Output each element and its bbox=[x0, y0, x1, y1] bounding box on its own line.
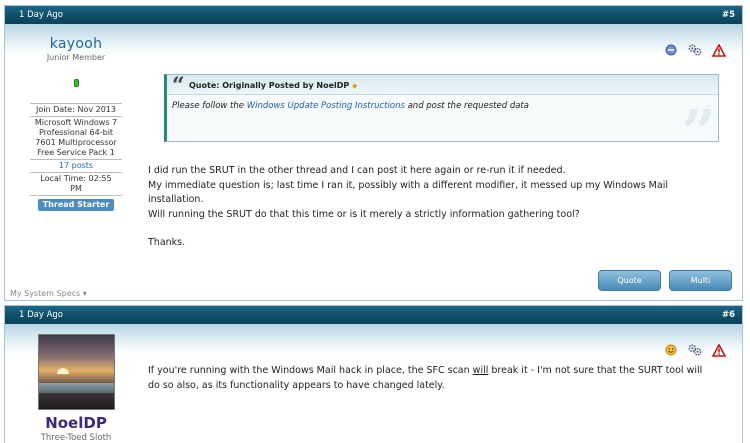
os-line: Microsoft Windows 7 bbox=[34, 118, 118, 127]
message-text: break it - I'm not sure that the SURT to… bbox=[488, 365, 703, 376]
share-gears-icon[interactable] bbox=[688, 43, 702, 57]
user-info-column: kayooh Junior Member Join Date: Nov 2013… bbox=[5, 24, 147, 300]
quote-close-icon: ” bbox=[681, 98, 716, 168]
message-line: Thanks. bbox=[148, 237, 186, 248]
message-line: If you're running with the Windows Mail … bbox=[148, 364, 732, 379]
smiley-face-icon bbox=[664, 343, 678, 357]
quote-author-label: Quote: Originally Posted by NoelDP bbox=[189, 81, 350, 90]
thread-starter-badge: Thread Starter bbox=[37, 199, 115, 211]
post-count-link[interactable]: 17 posts bbox=[30, 160, 122, 173]
post-5: 1 Day Ago #5 kayooh Junior Member Join D… bbox=[4, 5, 743, 301]
system-specs-toggle[interactable]: My System Specs ▾ bbox=[10, 289, 87, 298]
post-number: #6 bbox=[722, 310, 735, 320]
quote-header: “ Quote: Originally Posted by NoelDP ◆ bbox=[167, 73, 718, 99]
online-status-icon bbox=[73, 79, 79, 87]
user-info-column: NoelDP Three-Toed Sloth bbox=[5, 324, 147, 443]
avatar-sun bbox=[56, 368, 69, 374]
report-warning-icon[interactable] bbox=[712, 43, 726, 57]
post-number-link[interactable]: #6 bbox=[722, 310, 735, 320]
post-date: 1 Day Ago bbox=[19, 310, 64, 320]
avatar-water bbox=[38, 383, 114, 393]
post-header: 1 Day Ago #5 bbox=[5, 6, 742, 24]
quote-body: Please follow the Windows Update Posting… bbox=[167, 95, 718, 111]
quote-block: “ Quote: Originally Posted by NoelDP ◆ P… bbox=[164, 73, 719, 163]
message-line: Will running the SRUT do that this time … bbox=[148, 208, 580, 220]
quote-text: Please follow the bbox=[172, 101, 247, 111]
user-title: Junior Member bbox=[46, 53, 106, 62]
quote-button[interactable]: Quote bbox=[598, 270, 661, 291]
post-number: #5 bbox=[722, 10, 735, 20]
share-gears-icon[interactable] bbox=[688, 343, 702, 357]
post-number-link[interactable]: #5 bbox=[722, 10, 735, 20]
quote-text: and post the requested data bbox=[404, 101, 529, 111]
join-date: Join Date: Nov 2013 bbox=[30, 104, 122, 117]
quote-open-icon: “ bbox=[172, 73, 185, 99]
post-action-icons bbox=[664, 43, 726, 57]
post-date: 1 Day Ago bbox=[19, 10, 64, 20]
user-title: Three-Toed Sloth bbox=[40, 433, 112, 443]
os-line: Free Service Pack 1 bbox=[30, 148, 122, 160]
message-line bbox=[148, 222, 732, 236]
multi-quote-button[interactable]: Multi bbox=[669, 270, 732, 291]
view-post-arrow-icon[interactable]: ◆ bbox=[352, 82, 357, 90]
neutral-face-icon bbox=[664, 43, 678, 57]
message-line: do so also, as its functionality appears… bbox=[148, 379, 445, 391]
post-header: 1 Day Ago #6 bbox=[5, 306, 742, 324]
post-message: If you're running with the Windows Mail … bbox=[148, 364, 732, 393]
message-line: installation. bbox=[148, 194, 204, 205]
post-action-icons bbox=[664, 343, 726, 357]
post-message: I did run the SRUT in the other thread a… bbox=[148, 164, 732, 251]
message-text: If you're running with the Windows Mail … bbox=[148, 365, 473, 376]
message-line: I did run the SRUT in the other thread a… bbox=[148, 165, 566, 176]
chevron-down-icon: ▾ bbox=[80, 289, 87, 298]
post-6: 1 Day Ago #6 NoelDP Three-Toed Sloth If … bbox=[4, 305, 743, 443]
system-specs-label: My System Specs bbox=[10, 289, 81, 298]
local-time-ampm: PM bbox=[30, 184, 122, 196]
user-info-box: Join Date: Nov 2013 Microsoft Windows 7 … bbox=[30, 103, 122, 211]
os-line: 7601 Multiprocessor bbox=[35, 138, 117, 147]
username-link[interactable]: NoelDP bbox=[5, 414, 147, 432]
os-line: Professional 64-bit bbox=[38, 128, 114, 137]
username-link[interactable]: kayooh bbox=[5, 36, 147, 52]
report-warning-icon[interactable] bbox=[712, 343, 726, 357]
local-time: Local Time: 02:55 bbox=[40, 174, 112, 183]
message-underlined: will bbox=[472, 365, 489, 376]
avatar[interactable] bbox=[37, 334, 115, 410]
posting-instructions-link[interactable]: Windows Update Posting Instructions bbox=[247, 101, 405, 111]
message-line: My immediate question is; last time I ra… bbox=[148, 179, 668, 191]
